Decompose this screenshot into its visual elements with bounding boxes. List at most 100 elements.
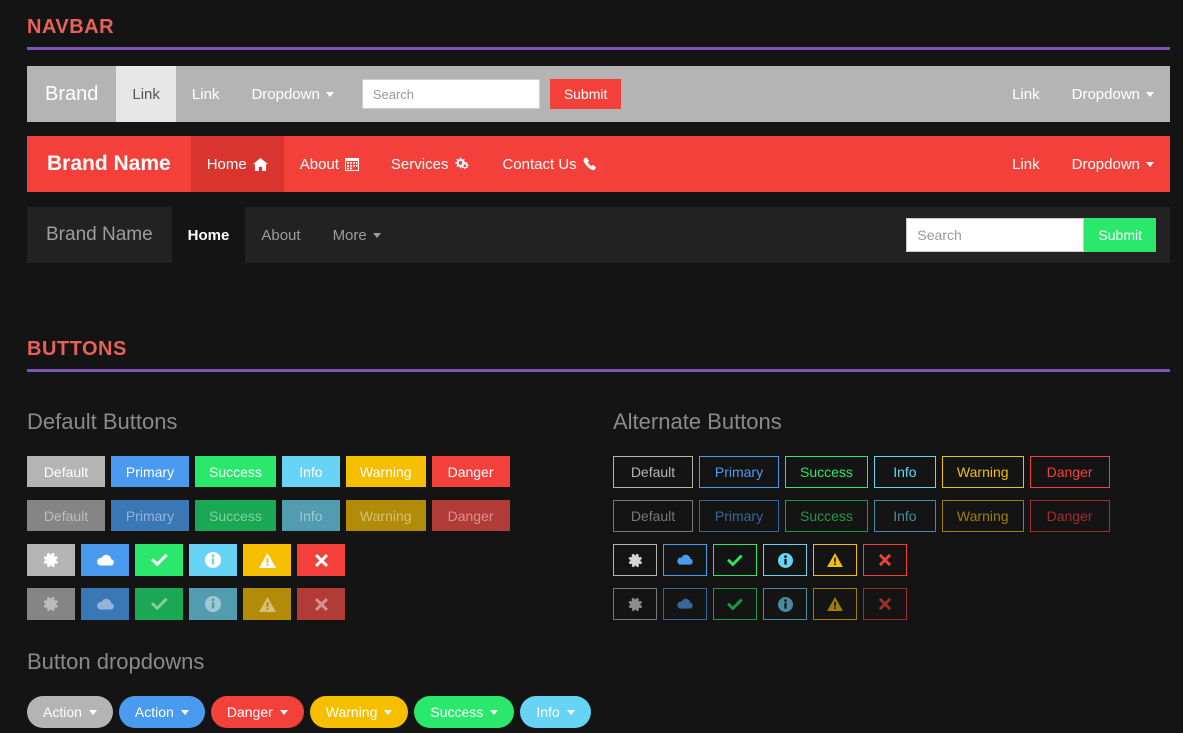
default-button-disabled[interactable]: Default — [27, 500, 105, 531]
default-button[interactable]: Default — [27, 456, 105, 487]
check-outline-button[interactable] — [713, 544, 757, 576]
default-buttons-heading-wrap: Default Buttons — [27, 409, 177, 435]
primary-button-disabled[interactable]: Primary — [111, 500, 189, 531]
cloud-button[interactable] — [81, 544, 129, 576]
search-input[interactable] — [906, 218, 1085, 252]
navbar-gray-brand[interactable]: Brand — [27, 66, 116, 122]
info-outline-button-disabled[interactable]: Info — [873, 500, 936, 532]
navbar-dark-brand[interactable]: Brand Name — [27, 207, 172, 263]
dropdown-label: Info — [536, 704, 560, 720]
chevron-down-icon — [1146, 161, 1154, 167]
warning-outline-button-icon[interactable] — [813, 544, 857, 576]
warning-button-disabled[interactable]: Warning — [345, 500, 426, 531]
success-button[interactable]: Success — [195, 456, 276, 487]
check-button[interactable] — [135, 544, 183, 576]
close-button-disabled[interactable] — [297, 588, 345, 620]
submit-button[interactable]: Submit — [1084, 218, 1156, 252]
info-outline-button[interactable]: Info — [873, 456, 936, 488]
danger-button-disabled[interactable]: Danger — [431, 500, 510, 531]
warning-outline-button-icon-disabled[interactable] — [813, 588, 857, 620]
navbar-red-item-home[interactable]: Home — [190, 136, 284, 192]
navbar-red-item-contact[interactable]: Contact Us — [486, 136, 612, 192]
close-icon — [878, 553, 892, 567]
info-button[interactable]: Info — [281, 456, 340, 487]
gear-button[interactable] — [27, 544, 75, 576]
dropdown-action-default[interactable]: Action — [27, 696, 113, 728]
navbar-red-right-dropdown[interactable]: Dropdown — [1056, 136, 1170, 192]
gear-outline-button[interactable] — [613, 544, 657, 576]
navbar-gray-item-link[interactable]: Link — [176, 66, 236, 122]
dropdown-success[interactable]: Success — [414, 696, 515, 728]
warning-button[interactable]: Warning — [345, 456, 426, 487]
danger-button[interactable]: Danger — [431, 456, 510, 487]
cloud-outline-button-disabled[interactable] — [663, 588, 707, 620]
dropdown-action-primary[interactable]: Action — [118, 696, 205, 728]
danger-outline-button[interactable]: Danger — [1029, 456, 1110, 488]
info-outline-button-icon[interactable] — [763, 544, 807, 576]
navbar-dark-item-more[interactable]: More — [317, 207, 397, 263]
cloud-outline-button[interactable] — [663, 544, 707, 576]
close-icon — [314, 597, 329, 612]
navbar-dark-more-label: More — [332, 226, 367, 244]
warning-icon — [258, 596, 276, 612]
navbar-gray-right-dropdown[interactable]: Dropdown — [1056, 66, 1170, 122]
success-outline-button[interactable]: Success — [785, 456, 868, 488]
info-icon — [205, 596, 221, 612]
info-icon — [205, 552, 221, 568]
info-button-icon[interactable] — [189, 544, 237, 576]
primary-outline-button-disabled[interactable]: Primary — [699, 500, 779, 532]
submit-button[interactable]: Submit — [549, 79, 622, 109]
danger-outline-button-disabled[interactable]: Danger — [1029, 500, 1110, 532]
warning-button-icon-disabled[interactable] — [243, 588, 291, 620]
calendar-icon — [344, 157, 359, 171]
info-button-disabled[interactable]: Info — [281, 500, 340, 531]
navbar-dark-item-home[interactable]: Home — [171, 207, 246, 263]
warning-outline-button-disabled[interactable]: Warning — [941, 500, 1024, 532]
success-outline-button-disabled[interactable]: Success — [785, 500, 868, 532]
dropdown-label: Action — [134, 704, 174, 720]
navbar-red-right-link[interactable]: Link — [996, 136, 1056, 192]
check-outline-button-disabled[interactable] — [713, 588, 757, 620]
close-button[interactable] — [297, 544, 345, 576]
primary-outline-button[interactable]: Primary — [699, 456, 779, 488]
navbar-red-item-about[interactable]: About — [284, 136, 375, 192]
gear-button-disabled[interactable] — [27, 588, 75, 620]
search-input[interactable] — [361, 79, 540, 109]
close-outline-button-disabled[interactable] — [863, 588, 907, 620]
navbar-red-item-services[interactable]: Services — [375, 136, 487, 192]
chevron-down-icon — [372, 232, 381, 238]
cloud-icon — [96, 598, 115, 611]
warning-icon — [258, 552, 276, 568]
navbar-gray-item-dropdown[interactable]: Dropdown — [235, 66, 349, 122]
gear-outline-button-disabled[interactable] — [613, 588, 657, 620]
navbar-gray-item-link-active[interactable]: Link — [116, 66, 176, 122]
warning-button-icon[interactable] — [243, 544, 291, 576]
dropdown-warning[interactable]: Warning — [309, 696, 409, 728]
dropdown-info[interactable]: Info — [520, 696, 591, 728]
chevron-down-icon — [566, 709, 575, 715]
navbar-dark-item-about[interactable]: About — [245, 207, 316, 263]
navbar-red-brand[interactable]: Brand Name — [27, 136, 191, 192]
cloud-button-disabled[interactable] — [81, 588, 129, 620]
dropdown-label: Danger — [226, 704, 273, 720]
check-button-disabled[interactable] — [135, 588, 183, 620]
navbar-red-contact-label: Contact Us — [502, 155, 577, 173]
navbar-gray-right-link[interactable]: Link — [996, 66, 1056, 122]
dropdown-label: Action — [43, 704, 82, 720]
navbar-red-services-label: Services — [390, 155, 449, 173]
default-outline-button[interactable]: Default — [613, 456, 693, 488]
close-icon — [878, 597, 892, 611]
dropdown-danger[interactable]: Danger — [210, 696, 304, 728]
check-icon — [150, 597, 168, 611]
section-divider — [27, 369, 1170, 372]
navbar-section: NAVBAR — [27, 16, 1170, 50]
chevron-down-icon — [88, 709, 97, 715]
info-outline-button-icon-disabled[interactable] — [763, 588, 807, 620]
outline-icon-buttons-row — [613, 544, 907, 576]
close-outline-button[interactable] — [863, 544, 907, 576]
success-button-disabled[interactable]: Success — [195, 500, 276, 531]
primary-button[interactable]: Primary — [111, 456, 189, 487]
warning-outline-button[interactable]: Warning — [941, 456, 1024, 488]
default-outline-button-disabled[interactable]: Default — [613, 500, 693, 532]
info-button-icon-disabled[interactable] — [189, 588, 237, 620]
